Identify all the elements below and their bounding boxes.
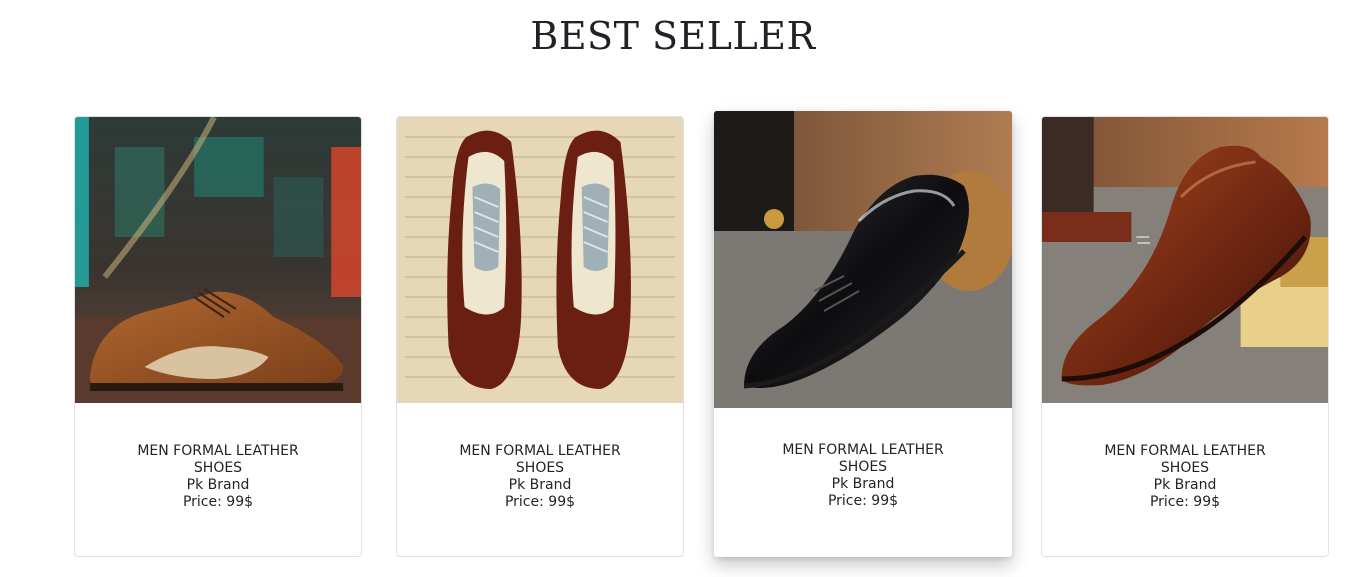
product-brand: Pk Brand: [508, 477, 572, 493]
product-price: Price: 99$: [1149, 494, 1221, 510]
product-card[interactable]: MEN FORMAL LEATHER SHOES Pk Brand Price:…: [1041, 116, 1329, 557]
product-image[interactable]: [1042, 117, 1328, 403]
product-price: Price: 99$: [504, 494, 576, 510]
product-image[interactable]: [397, 117, 683, 403]
product-brand: Pk Brand: [186, 477, 250, 493]
product-brand: Pk Brand: [1153, 477, 1217, 493]
product-name: MEN FORMAL LEATHER SHOES: [137, 443, 299, 476]
product-price: Price: 99$: [182, 494, 254, 510]
product-info: MEN FORMAL LEATHER SHOES Pk Brand Price:…: [714, 442, 1012, 510]
product-card[interactable]: MEN FORMAL LEATHER SHOES Pk Brand Price:…: [714, 111, 1012, 557]
product-info: MEN FORMAL LEATHER SHOES Pk Brand Price:…: [397, 443, 683, 511]
product-name: MEN FORMAL LEATHER SHOES: [1104, 443, 1266, 476]
product-brand: Pk Brand: [831, 476, 895, 492]
product-image[interactable]: [714, 111, 1012, 408]
product-card[interactable]: MEN FORMAL LEATHER SHOES Pk Brand Price:…: [396, 116, 684, 557]
section-title: BEST SELLER: [530, 14, 816, 58]
product-info: MEN FORMAL LEATHER SHOES Pk Brand Price:…: [1042, 443, 1328, 511]
product-card[interactable]: MEN FORMAL LEATHER SHOES Pk Brand Price:…: [74, 116, 362, 557]
product-info: MEN FORMAL LEATHER SHOES Pk Brand Price:…: [75, 443, 361, 511]
product-image[interactable]: [75, 117, 361, 403]
product-price: Price: 99$: [827, 493, 899, 509]
product-name: MEN FORMAL LEATHER SHOES: [459, 443, 621, 476]
product-name: MEN FORMAL LEATHER SHOES: [782, 442, 944, 475]
